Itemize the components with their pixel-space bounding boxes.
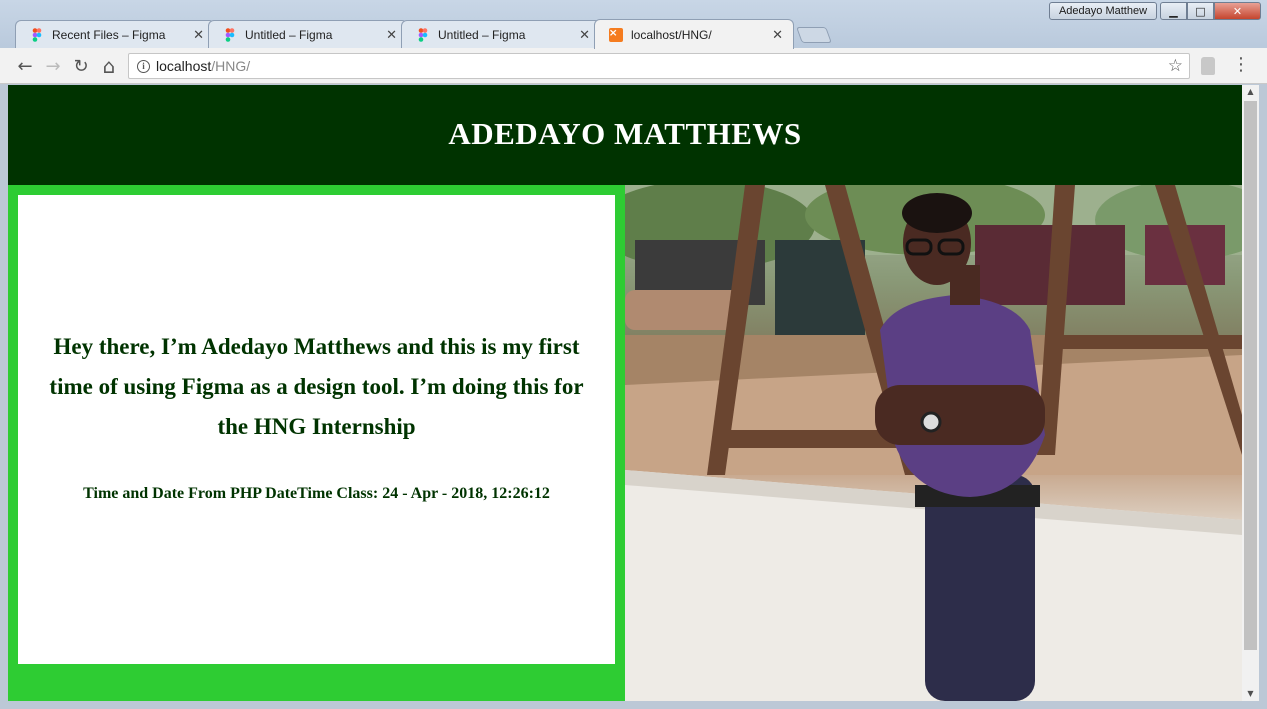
scroll-down-arrow-icon[interactable]: ▼ — [1242, 687, 1259, 701]
info-icon[interactable]: i — [137, 59, 150, 73]
intro-text: Hey there, I’m Adedayo Matthews and this… — [49, 333, 584, 439]
tab-label: Untitled – Figma — [245, 27, 333, 42]
vertical-scrollbar[interactable]: ▲ ▼ — [1242, 85, 1259, 701]
extension-icon[interactable] — [1201, 57, 1215, 75]
forward-icon[interactable]: → — [42, 55, 64, 77]
page-viewport: ADEDAYO MATTHEWS Hey there, I’m Adedayo … — [8, 85, 1242, 701]
tab-recent-files-figma[interactable]: Recent Files – Figma ✕ — [15, 20, 215, 48]
xampp-icon: ⨯ — [609, 27, 623, 42]
new-tab-button[interactable] — [796, 27, 832, 43]
profile-button[interactable]: Adedayo Matthew — [1049, 2, 1157, 20]
intro-card: Hey there, I’m Adedayo Matthews and this… — [18, 195, 615, 664]
browser-toolbar: ← → ↻ ⌂ i localhost/HNG/ ☆ ⋮ — [0, 48, 1267, 84]
back-icon[interactable]: ← — [14, 55, 36, 77]
scroll-up-arrow-icon[interactable]: ▲ — [1242, 85, 1259, 99]
tab-label: Untitled – Figma — [438, 27, 526, 42]
menu-icon[interactable]: ⋮ — [1232, 54, 1250, 75]
bookmark-star-icon[interactable]: ☆ — [1168, 56, 1183, 76]
tab-untitled-figma-1[interactable]: Untitled – Figma ✕ — [208, 20, 408, 48]
datetime-text: Time and Date From PHP DateTime Class: 2… — [83, 484, 550, 502]
tab-label: Recent Files – Figma — [52, 27, 166, 42]
address-bar[interactable]: i localhost/HNG/ ☆ — [128, 53, 1190, 79]
profile-photo — [625, 185, 1242, 701]
minimize-button[interactable]: ▁ — [1160, 2, 1187, 20]
tab-label: localhost/HNG/ — [631, 27, 712, 42]
url-host: localhost — [156, 58, 212, 74]
tab-untitled-figma-2[interactable]: Untitled – Figma ✕ — [401, 20, 601, 48]
site-header: ADEDAYO MATTHEWS — [8, 85, 1242, 185]
close-icon[interactable]: ✕ — [386, 27, 397, 43]
intro-panel: Hey there, I’m Adedayo Matthews and this… — [8, 185, 625, 701]
close-icon[interactable]: ✕ — [579, 27, 590, 43]
tab-localhost-hng[interactable]: ⨯ localhost/HNG/ ✕ — [594, 19, 794, 49]
close-icon[interactable]: ✕ — [772, 27, 783, 43]
figma-icon — [416, 27, 430, 42]
photo-illustration — [625, 185, 1242, 701]
page-title: ADEDAYO MATTHEWS — [448, 116, 802, 151]
url-path: /HNG/ — [211, 58, 251, 74]
home-icon[interactable]: ⌂ — [98, 54, 120, 78]
figma-icon — [30, 27, 44, 42]
figma-icon — [223, 27, 237, 42]
maximize-button[interactable]: □ — [1187, 2, 1214, 20]
reload-icon[interactable]: ↻ — [70, 55, 92, 77]
scroll-thumb[interactable] — [1244, 101, 1257, 650]
close-icon[interactable]: ✕ — [193, 27, 204, 43]
close-window-button[interactable]: ✕ — [1214, 2, 1261, 20]
